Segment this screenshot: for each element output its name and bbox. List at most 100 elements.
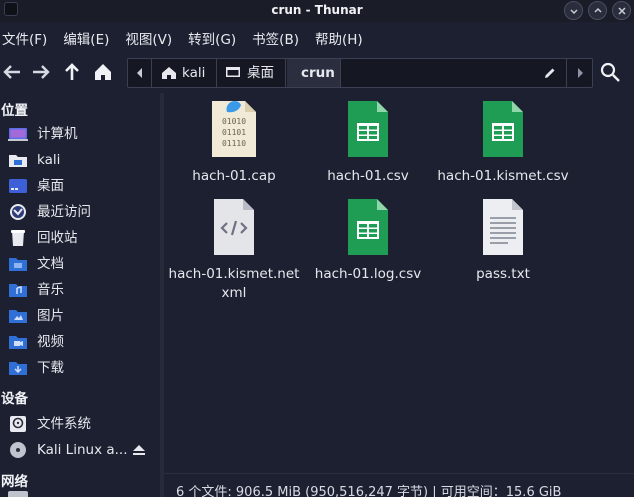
path-scroll-right-button[interactable] [566, 59, 592, 87]
recent-icon [10, 204, 26, 220]
file-name: hach-01.kismet.csv [437, 168, 569, 184]
network-icon[interactable] [8, 491, 28, 497]
sidebar-item-label: Kali Linux a... [37, 442, 128, 458]
network-heading: 网络 [1, 474, 28, 490]
sidebar-item-label: 计算机 [37, 126, 78, 142]
crumb-crun[interactable]: crun [287, 59, 341, 87]
downloads-folder-icon [9, 362, 27, 375]
spreadsheet-icon [348, 101, 388, 157]
file-item-hach-01-kismet-netxml[interactable]: hach-01.kismet.net xml [164, 197, 304, 307]
sidebar-item-downloads[interactable]: 下载 [8, 356, 158, 380]
sidebar-item-label: 回收站 [37, 230, 78, 246]
home-folder-icon [9, 155, 27, 167]
status-text: 6 个文件: 906.5 MiB (950,516,247 字节) | 可用空间… [176, 485, 562, 497]
home-icon [95, 64, 111, 80]
sidebar-item-label: kali [37, 152, 61, 168]
sidebar-item-desktop[interactable]: 桌面 [8, 174, 158, 198]
path-bar: kali 桌面 crun [127, 58, 593, 88]
file-item-hach-01-log-csv[interactable]: hach-01.log.csv [298, 197, 438, 297]
edit-path-button[interactable] [542, 65, 558, 81]
documents-folder-icon [9, 258, 27, 271]
menu-bar: 文件(F) 编辑(E) 视图(V) 转到(G) 书签(B) 帮助(H) [0, 28, 634, 52]
menu-go[interactable]: 转到(G) [188, 28, 236, 52]
sidebar-item-label: 文档 [37, 256, 64, 272]
file-view: 01010 01101 01110 hach-01.cap hach-01.cs… [164, 93, 634, 473]
back-arrow-icon [3, 65, 20, 79]
crumb-kali[interactable]: kali [153, 59, 217, 87]
forward-button[interactable] [29, 60, 53, 84]
menu-bookmarks[interactable]: 书签(B) [252, 28, 299, 52]
text-file-icon [483, 199, 523, 255]
sidebar-item-filesystem[interactable]: 文件系统 [8, 412, 158, 436]
devices-heading: 设备 [1, 391, 28, 407]
home-button[interactable] [91, 60, 115, 84]
file-item-hach-01-cap[interactable]: 01010 01101 01110 hach-01.cap [164, 99, 304, 199]
file-name: hach-01.csv [327, 168, 409, 184]
search-icon [600, 62, 620, 82]
search-button[interactable] [598, 60, 622, 84]
menu-file[interactable]: 文件(F) [2, 28, 47, 52]
file-name: hach-01.cap [192, 168, 276, 184]
sidebar-item-label: 视频 [37, 334, 64, 350]
up-button[interactable] [60, 60, 84, 84]
sidebar-item-label: 音乐 [37, 282, 64, 298]
computer-icon [8, 128, 28, 141]
chevron-left-icon [137, 68, 142, 78]
back-button[interactable] [0, 60, 24, 84]
desktop-icon [226, 67, 240, 77]
title-bar: crun - Thunar [0, 0, 634, 22]
home-icon [162, 67, 176, 79]
sidebar-item-videos[interactable]: 视频 [8, 330, 158, 354]
places-heading: 位置 [1, 103, 28, 119]
close-button[interactable] [612, 1, 631, 20]
svg-text:01101: 01101 [222, 128, 246, 137]
svg-text:01010: 01010 [222, 117, 246, 126]
desktop-icon [9, 179, 27, 193]
spreadsheet-icon [348, 199, 388, 255]
file-item-hach-01-csv[interactable]: hach-01.csv [298, 99, 438, 199]
file-name: pass.txt [476, 266, 530, 282]
sidebar-item-kali-disc[interactable]: Kali Linux a... [8, 438, 158, 462]
pictures-folder-icon [9, 310, 27, 323]
crumb-desktop[interactable]: 桌面 [217, 59, 286, 87]
filesystem-icon [10, 416, 26, 432]
menu-view[interactable]: 视图(V) [125, 28, 172, 52]
file-name: hach-01.log.csv [314, 266, 422, 282]
sidebar-item-trash[interactable]: 回收站 [8, 226, 158, 250]
file-item-hach-01-kismet-csv[interactable]: hach-01.kismet.csv [433, 99, 573, 199]
pencil-icon [545, 68, 555, 78]
sidebar-item-label: 图片 [37, 308, 64, 324]
optical-disc-icon [10, 442, 26, 458]
eject-icon[interactable] [132, 444, 146, 456]
binary-file-icon: 01010 01101 01110 [212, 101, 256, 157]
sidebar-item-computer[interactable]: 计算机 [8, 122, 158, 146]
window-title: crun - Thunar [271, 3, 363, 17]
spreadsheet-icon [483, 101, 523, 157]
forward-arrow-icon [33, 65, 50, 79]
sidebar-item-label: 下载 [37, 360, 64, 376]
minimize-button[interactable] [564, 1, 583, 20]
path-scroll-left-button[interactable] [128, 59, 152, 87]
up-arrow-icon [65, 63, 79, 80]
trash-icon [11, 230, 25, 246]
chevron-right-icon [578, 68, 583, 78]
sidebar-item-label: 文件系统 [37, 416, 91, 432]
svg-text:01110: 01110 [222, 139, 246, 148]
menu-help[interactable]: 帮助(H) [315, 28, 363, 52]
menu-edit[interactable]: 编辑(E) [63, 28, 109, 52]
videos-folder-icon [9, 336, 27, 349]
music-folder-icon [9, 284, 27, 297]
status-bar: 6 个文件: 906.5 MiB (950,516,247 字节) | 可用空间… [164, 473, 634, 497]
sidebar: 位置 计算机 kali 桌面 最近访问 回收站 文档 音乐 图片 视频 下载 设… [0, 93, 160, 497]
sidebar-item-recent[interactable]: 最近访问 [8, 200, 158, 224]
file-name: hach-01.kismet.net xml [168, 266, 300, 301]
sidebar-item-documents[interactable]: 文档 [8, 252, 158, 276]
xml-file-icon [214, 199, 254, 255]
sidebar-item-music[interactable]: 音乐 [8, 278, 158, 302]
maximize-button[interactable] [588, 1, 607, 20]
crumb-desktop-label: 桌面 [247, 65, 274, 81]
sidebar-item-kali[interactable]: kali [8, 148, 158, 172]
sidebar-item-pictures[interactable]: 图片 [8, 304, 158, 328]
crumb-crun-label: crun [301, 65, 335, 81]
file-item-pass-txt[interactable]: pass.txt [433, 197, 573, 297]
